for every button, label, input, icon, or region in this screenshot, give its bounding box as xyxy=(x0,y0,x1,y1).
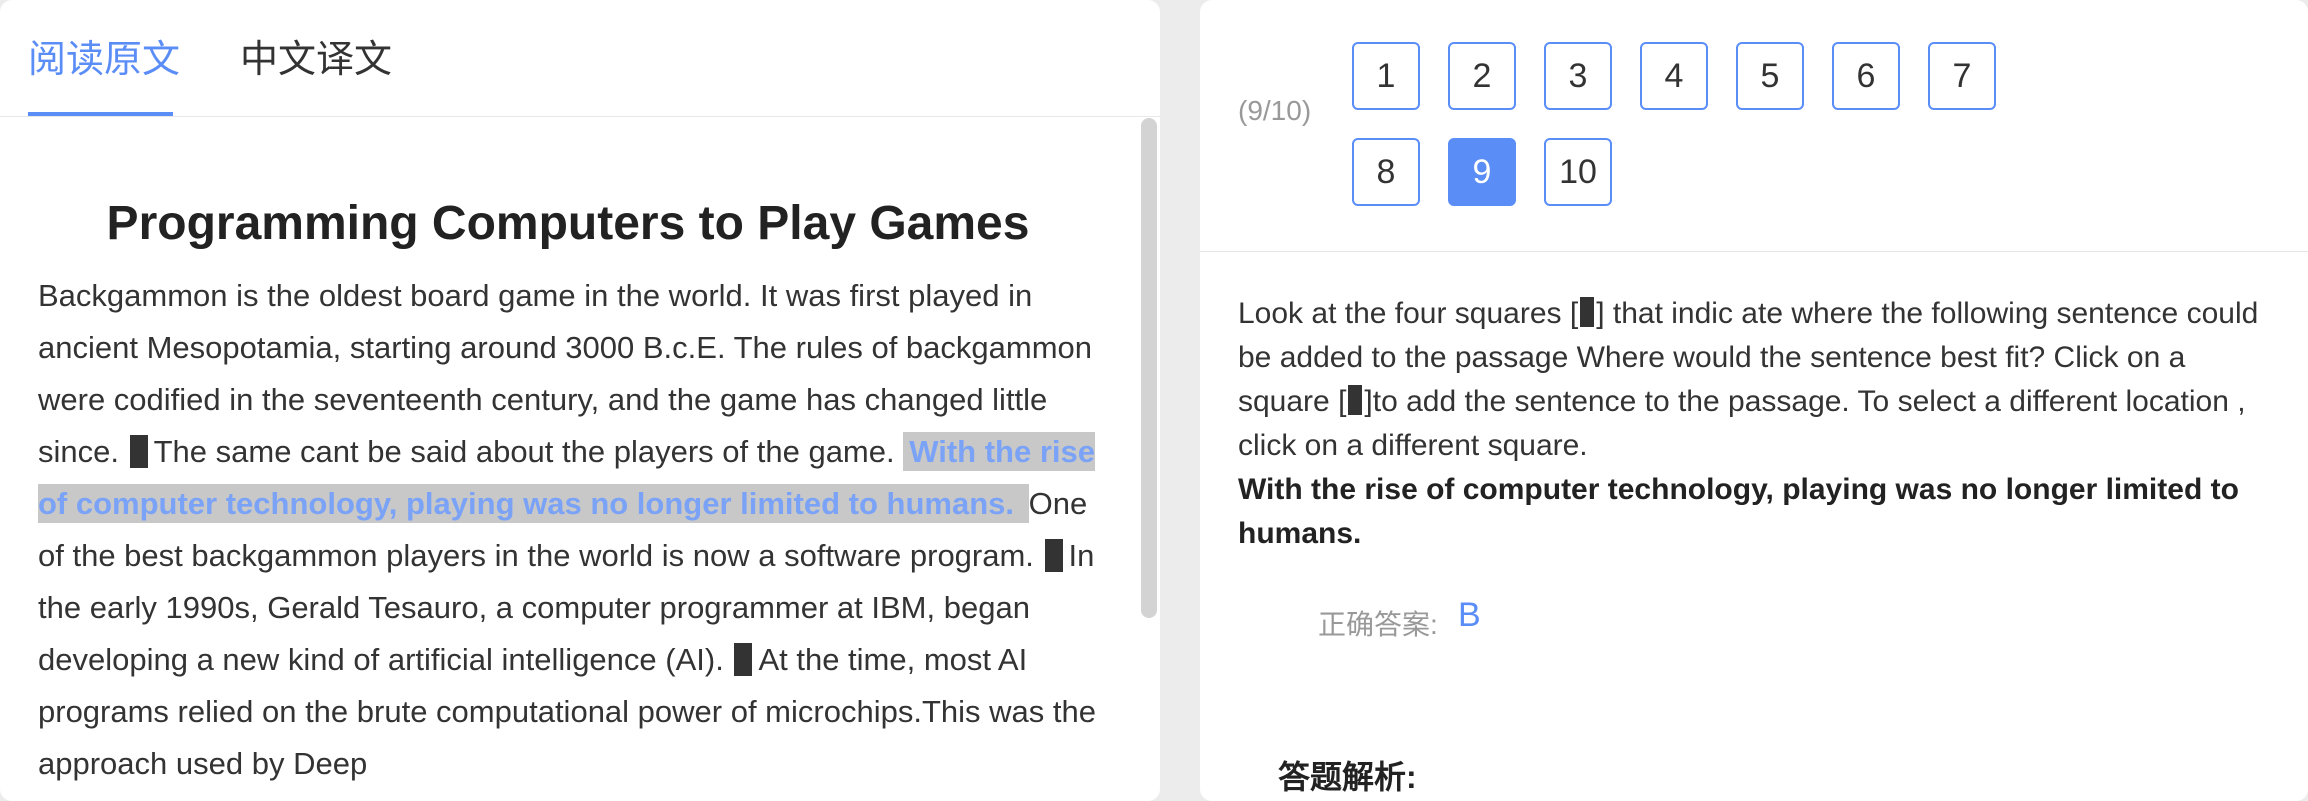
tab-chinese-translation[interactable]: 中文译文 xyxy=(240,36,392,84)
tab-original-text[interactable]: 阅读原文 xyxy=(28,36,180,84)
correct-answer-value: B xyxy=(1458,596,1481,634)
analysis-heading: 答题解析: xyxy=(1278,759,1417,795)
divider xyxy=(1200,251,2308,252)
passage-scrollbar[interactable] xyxy=(1141,118,1157,618)
question-progress: (9/10) xyxy=(1238,95,1312,126)
question-nav-button-8[interactable]: 8 xyxy=(1352,138,1420,206)
insert-square-c[interactable] xyxy=(1044,539,1063,572)
tab-bar: 阅读原文 中文译文 xyxy=(0,0,1160,117)
insert-sentence: With the rise of computer technology, pl… xyxy=(1238,473,2239,550)
question-nav-button-6[interactable]: 6 xyxy=(1832,42,1900,110)
question-panel: (9/10) 1 2 3 4 5 6 7 8 9 10 Look at the … xyxy=(1200,0,2308,801)
square-icon xyxy=(1580,297,1595,327)
passage: Programming Computers to Play Games Back… xyxy=(38,116,1098,801)
question-nav-button-2[interactable]: 2 xyxy=(1448,42,1516,110)
question-nav-button-7[interactable]: 7 xyxy=(1928,42,1996,110)
passage-text: The same cant be said about the players … xyxy=(153,434,904,469)
passage-title: Programming Computers to Play Games xyxy=(106,197,1030,250)
square-icon xyxy=(1348,385,1363,415)
question-nav-button-4[interactable]: 4 xyxy=(1640,42,1708,110)
question-text-part: Look at the four squares [ xyxy=(1238,297,1579,330)
question-nav-button-10[interactable]: 10 xyxy=(1544,138,1612,206)
question-nav-button-5[interactable]: 5 xyxy=(1736,42,1804,110)
question-text: Look at the four squares [] that indic a… xyxy=(1238,292,2278,556)
question-nav-button-3[interactable]: 3 xyxy=(1544,42,1612,110)
passage-body: Backgammon is the oldest board game in t… xyxy=(38,270,1098,790)
question-nav-button-1[interactable]: 1 xyxy=(1352,42,1420,110)
question-text-part: ]to add the sentence to the passage. To … xyxy=(1238,385,2246,462)
question-nav-button-9[interactable]: 9 xyxy=(1448,138,1516,206)
passage-panel: 阅读原文 中文译文 Programming Computers to Play … xyxy=(0,0,1160,801)
insert-square-d[interactable] xyxy=(734,643,753,676)
correct-answer-label: 正确答案: xyxy=(1318,609,1438,640)
insert-square-a[interactable] xyxy=(129,435,148,468)
